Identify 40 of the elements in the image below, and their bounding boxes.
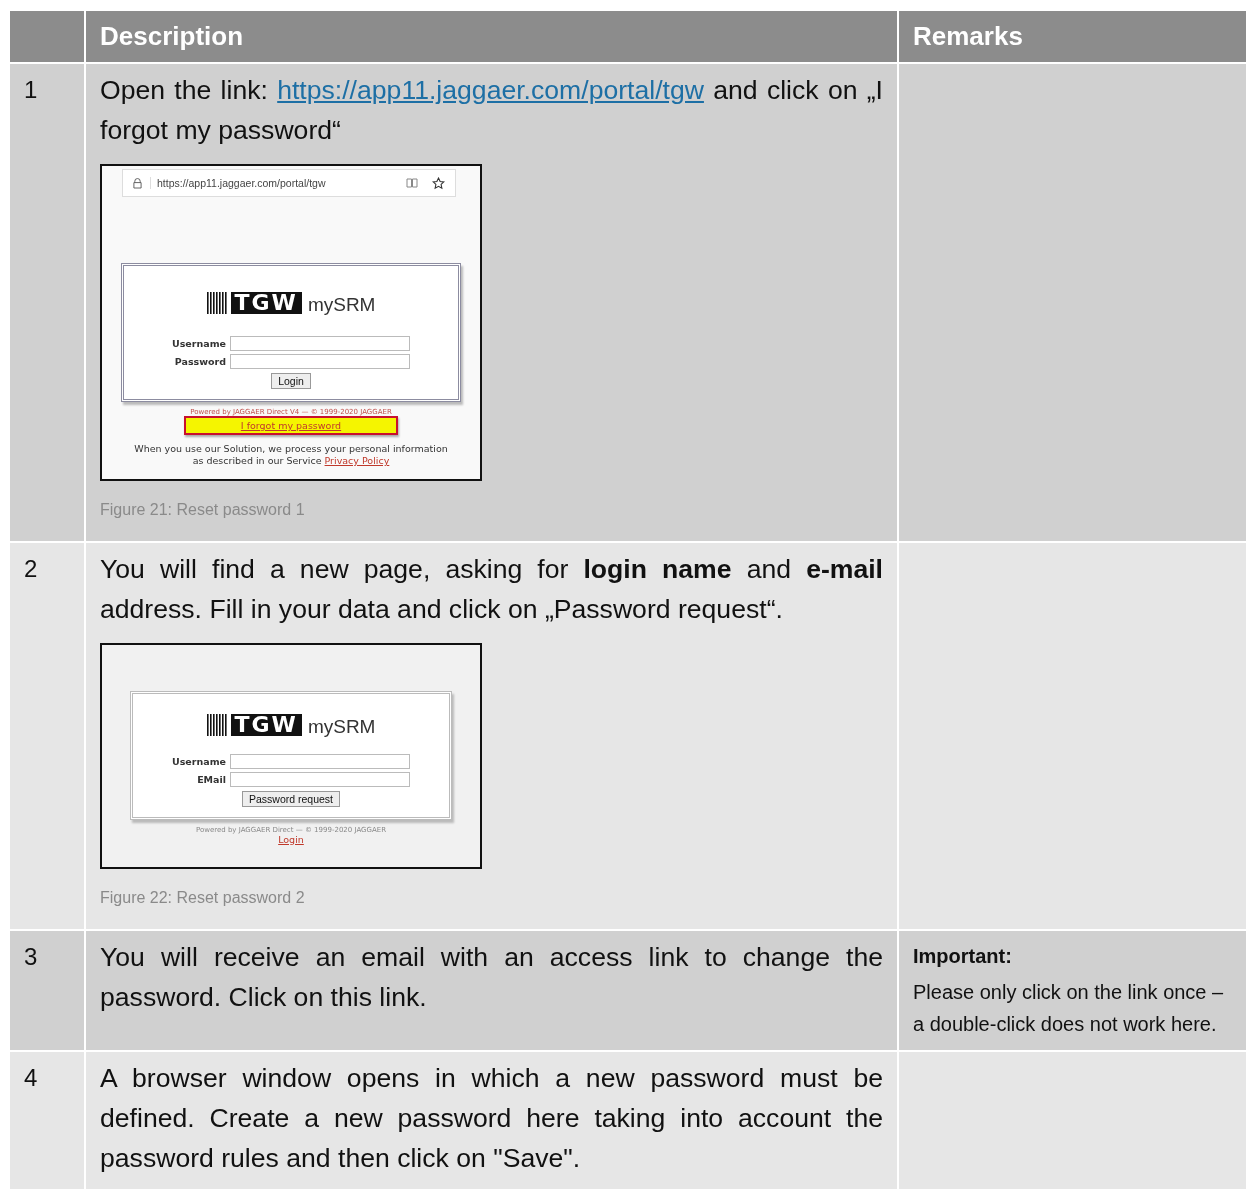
input-field[interactable]: [230, 754, 410, 769]
address-bar[interactable]: https://app11.jaggaer.com/portal/tgw: [122, 169, 456, 197]
paragraph: You will receive an email with an access link to change the password. Click on this link.: [100, 941, 883, 1014]
field-label: Username: [172, 338, 226, 349]
remark-heading: Important:: [913, 945, 1013, 968]
link[interactable]: Privacy Policy: [324, 455, 390, 466]
logo-mark: TGW: [230, 292, 302, 314]
logo-mark: TGW: [230, 714, 302, 736]
product-name: mySRM: [307, 718, 376, 736]
column-header: Description: [86, 11, 897, 62]
field-label: Username: [172, 756, 226, 767]
link[interactable]: I forgot my password: [184, 416, 398, 435]
figure-caption: Figure 22: Reset password 2: [100, 889, 306, 907]
barcode-icon: [206, 292, 229, 314]
column-header: Remarks: [899, 11, 1246, 62]
url-text: https://app11.jaggaer.com/portal/tgw: [150, 177, 398, 189]
row-number: 1: [10, 64, 84, 541]
remark-text: Please only click on the link once – a double-click does not work here.: [913, 980, 1225, 1037]
link[interactable]: https://app11.jaggaer.com/portal/tgw: [277, 75, 704, 105]
field-label: EMail: [196, 774, 226, 785]
paragraph: A browser window opens in which a new password must be defined. Create a new password here taking into account the password rules and then click on "Save".: [100, 1062, 883, 1175]
paragraph: Open the link: https://app11.jaggaer.com/portal/tgw and click on „I forgot my password“: [100, 74, 883, 147]
submit-button[interactable]: Password request: [241, 791, 340, 807]
paragraph: You will find a new page, asking for login name and e-mail address. Fill in your data and click on „Password request“.: [100, 553, 883, 626]
barcode-icon: [206, 714, 229, 736]
book-icon[interactable]: [406, 178, 418, 188]
row-number: 4: [10, 1052, 84, 1189]
submit-button[interactable]: Login: [271, 373, 311, 389]
row-number: 2: [10, 543, 84, 929]
lock-icon: [133, 177, 142, 189]
link[interactable]: Login: [278, 834, 304, 845]
figure-caption: Figure 21: Reset password 1: [100, 501, 306, 519]
star-icon[interactable]: [432, 176, 445, 190]
input-field[interactable]: [230, 772, 410, 787]
notice-text: When you use our Solution, we process your personal information as described in our Service Privacy Policy: [133, 443, 449, 467]
row-number: 3: [10, 931, 84, 1050]
field-label: Password: [173, 356, 226, 367]
input-field[interactable]: [230, 354, 410, 369]
product-name: mySRM: [307, 296, 376, 314]
input-field[interactable]: [230, 336, 410, 351]
